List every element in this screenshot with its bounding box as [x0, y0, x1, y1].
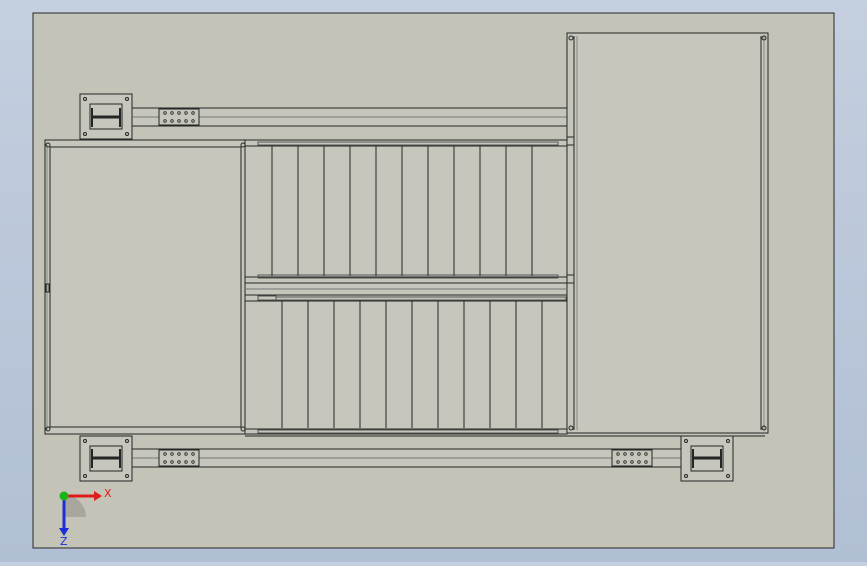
foot-bracket-top-left [79, 93, 133, 140]
center-divider [244, 282, 568, 296]
x-axis-label: X [104, 487, 112, 500]
cad-viewport[interactable]: X Z [0, 0, 867, 562]
drawing-canvas[interactable] [0, 0, 867, 562]
left-table [44, 139, 247, 435]
upper-roller-conveyor [244, 139, 568, 284]
foot-bracket-bottom-right [680, 435, 734, 482]
right-table [566, 32, 769, 434]
coordinate-triad: X Z [59, 487, 112, 548]
y-axis-origin [59, 491, 69, 501]
foot-bracket-bottom-left [79, 435, 133, 482]
x-axis-arrowhead [94, 491, 102, 501]
lower-roller-conveyor [244, 294, 568, 435]
top-rail [119, 107, 569, 127]
z-axis-label: Z [60, 535, 68, 548]
